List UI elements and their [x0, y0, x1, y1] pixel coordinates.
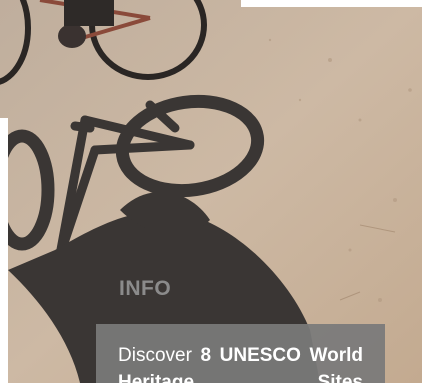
left-white-panel — [0, 118, 8, 383]
promo-highlight: 8 UNESCO — [200, 345, 301, 366]
promo-text: Discover 8 UNESCO World Heritage Sites — [118, 342, 363, 383]
promo-lead: Discover — [118, 345, 192, 366]
top-white-panel — [241, 0, 422, 7]
info-label: INFO — [119, 277, 172, 300]
promo-box[interactable]: Discover 8 UNESCO World Heritage Sites — [96, 324, 385, 383]
